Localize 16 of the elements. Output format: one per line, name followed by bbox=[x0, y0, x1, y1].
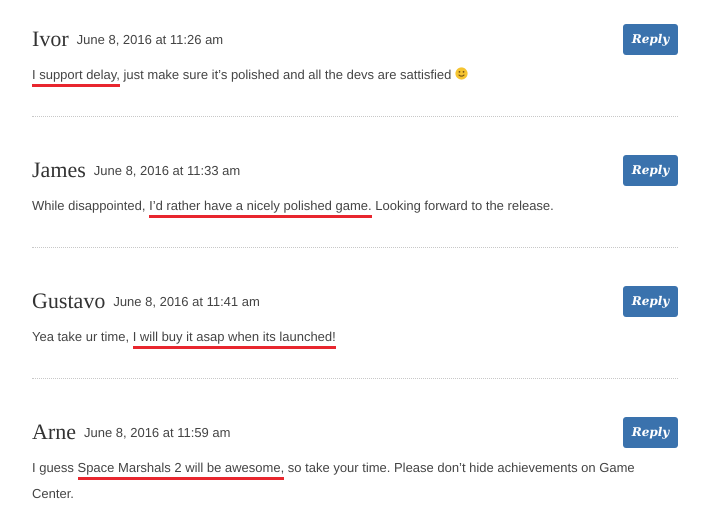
comment-author: Arne bbox=[32, 419, 76, 445]
comment-date[interactable]: June 8, 2016 at 11:41 am bbox=[113, 294, 260, 308]
comment-date[interactable]: June 8, 2016 at 11:26 am bbox=[76, 32, 224, 46]
comment-text: I support delay, just make sure it’s polished and all the devs are sattisfied bbox=[32, 62, 662, 88]
comment-date[interactable]: June 8, 2016 at 11:59 am bbox=[84, 424, 230, 440]
comment-date[interactable]: June 8, 2016 at 11:33 am bbox=[94, 162, 240, 178]
comment-author: Ivor bbox=[32, 26, 69, 52]
comment-author: Gustavo bbox=[32, 288, 106, 314]
comment-text: I guess Space Marshals 2 will be awesome, so take your time. Please don’t hide achievements on Game Center. bbox=[32, 459, 636, 503]
comment-author: James bbox=[32, 157, 86, 183]
reply-button[interactable]: Reply bbox=[623, 154, 678, 186]
reply-button[interactable]: Reply bbox=[623, 24, 678, 54]
reply-button[interactable]: Reply bbox=[623, 286, 678, 316]
reply-button[interactable]: Reply bbox=[623, 416, 678, 448]
comment-text: Yea take ur time, I will buy it asap when its launched! bbox=[32, 324, 662, 350]
comment-text: While disappointed, I’d rather have a nicely polished game. Looking forward to the release. bbox=[32, 193, 662, 219]
